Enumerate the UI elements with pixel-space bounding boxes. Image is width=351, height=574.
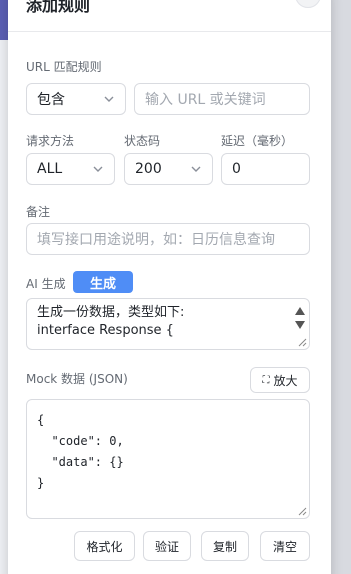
note-input[interactable]: 填写接口用途说明，如：日历信息查询 (26, 223, 310, 255)
validate-button[interactable]: 验证 (143, 531, 191, 561)
zoom-button[interactable]: ⛶ 放大 (250, 367, 310, 393)
chevron-down-icon (104, 96, 114, 102)
url-rule-label: URL 匹配规则 (26, 60, 102, 74)
method-select[interactable]: ALL (26, 153, 115, 185)
note-placeholder: 填写接口用途说明，如：日历信息查询 (37, 232, 275, 248)
format-button[interactable]: 格式化 (74, 531, 135, 561)
dialog-header: 添加规则 ✕ (8, 0, 331, 32)
chevron-down-icon (93, 166, 103, 172)
url-keyword-placeholder: 输入 URL 或关键词 (145, 92, 266, 108)
method-label: 请求方法 (26, 134, 75, 148)
zoom-button-label: 放大 (273, 373, 298, 388)
mock-json-label: Mock 数据 (JSON) (26, 372, 128, 386)
ai-prompt-line-1: 生成一份数据，类型如下: (37, 305, 185, 320)
expand-icon: ⛶ (262, 374, 270, 386)
app-background-side (331, 0, 351, 574)
ai-prompt-textarea[interactable]: 生成一份数据，类型如下: interface Response { (26, 298, 310, 350)
mock-json-text: { "code": 0, "data": {} } (37, 413, 124, 490)
delay-label: 延迟（毫秒） (221, 134, 294, 148)
copy-button[interactable]: 复制 (201, 531, 249, 561)
url-keyword-input[interactable]: 输入 URL 或关键词 (134, 83, 310, 115)
method-value: ALL (37, 161, 63, 177)
delay-value: 0 (232, 161, 241, 177)
ai-prompt-line-2: interface Response { (37, 323, 174, 338)
clear-button[interactable]: 清空 (260, 531, 310, 561)
resize-grip-icon[interactable] (297, 337, 307, 347)
chevron-down-icon (191, 166, 201, 172)
dialog-title: 添加规则 (26, 0, 91, 15)
status-label: 状态码 (124, 134, 161, 148)
close-button[interactable]: ✕ (295, 0, 321, 8)
scroll-up-arrow-icon[interactable] (295, 307, 305, 315)
match-type-select[interactable]: 包含 (26, 83, 126, 115)
close-icon: ✕ (302, 0, 314, 3)
match-type-value: 包含 (37, 92, 65, 108)
mock-json-editor[interactable]: { "code": 0, "data": {} } (26, 399, 310, 519)
status-select[interactable]: 200 (124, 153, 213, 185)
scroll-down-arrow-icon[interactable] (295, 321, 305, 329)
status-value: 200 (135, 161, 162, 177)
add-rule-dialog: 添加规则 ✕ URL 匹配规则 包含 输入 URL 或关键词 请求方法 状态码 … (8, 0, 331, 574)
resize-grip-icon[interactable] (297, 506, 307, 516)
note-label: 备注 (26, 205, 51, 219)
generate-button[interactable]: 生成 (73, 271, 133, 293)
delay-input[interactable]: 0 (221, 153, 310, 185)
ai-label: AI 生成 (26, 277, 66, 291)
